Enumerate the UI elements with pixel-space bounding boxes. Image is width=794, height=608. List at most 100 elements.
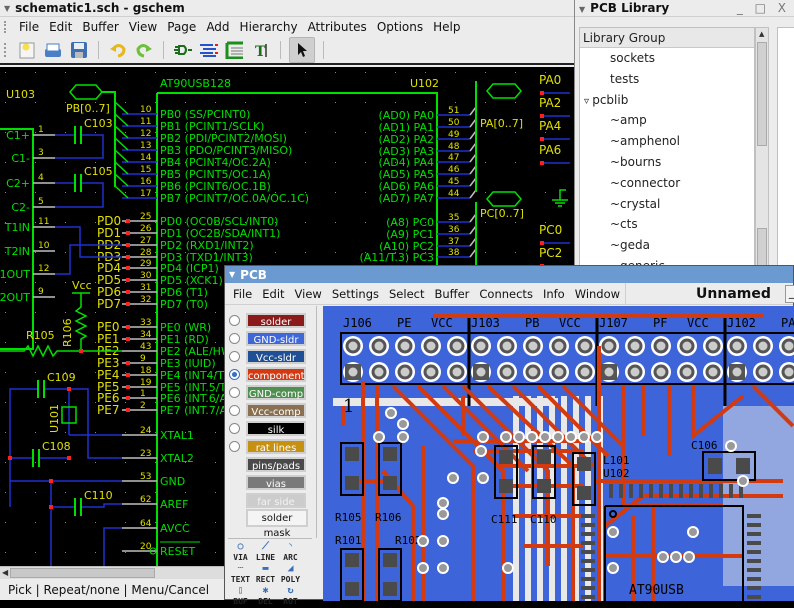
pcb-menu-window[interactable]: Window: [570, 287, 625, 301]
library-item[interactable]: ~amp: [580, 110, 754, 131]
pcb-menu-connects[interactable]: Connects: [474, 287, 538, 301]
pcb-menu-edit[interactable]: Edit: [257, 287, 289, 301]
select-pointer-button[interactable]: [289, 37, 315, 63]
save-file-button[interactable]: [68, 39, 90, 61]
layer-radio[interactable]: [229, 351, 240, 362]
scroll-up-icon[interactable]: ▲: [759, 30, 764, 38]
scrollbar-thumb[interactable]: [757, 42, 767, 146]
layer-toggle-button[interactable]: solder: [246, 313, 306, 328]
library-item[interactable]: ~bourns: [580, 152, 754, 173]
menu-add[interactable]: Add: [201, 20, 234, 34]
layer-toggle-button[interactable]: solder mask: [246, 509, 308, 527]
layer-toggle-button[interactable]: component: [246, 367, 306, 382]
layer-radio[interactable]: [229, 315, 240, 326]
layer-toggle-button[interactable]: Vcc-comp: [246, 403, 306, 418]
layer-radio[interactable]: [229, 369, 240, 380]
window-menu-icon[interactable]: ▼: [4, 4, 10, 13]
library-item[interactable]: tests: [580, 69, 754, 90]
tool-arc[interactable]: ◝ARC: [279, 542, 302, 564]
layer-toggle-button[interactable]: far side: [246, 493, 306, 508]
pcb-menu-info[interactable]: Info: [538, 287, 570, 301]
menu-view[interactable]: View: [124, 20, 162, 34]
library-item[interactable]: ▿ pcblib: [580, 90, 754, 111]
gschem-titlebar[interactable]: ▼ schematic1.sch - gschem: [0, 0, 576, 17]
menu-page[interactable]: Page: [162, 20, 201, 34]
layer-vcc-sldr[interactable]: Vcc-sldr: [229, 347, 306, 365]
layer-rat-lines[interactable]: rat lines: [229, 437, 306, 455]
layer-solder-mask[interactable]: solder mask: [229, 509, 308, 527]
pcb-menu-buffer[interactable]: Buffer: [429, 287, 474, 301]
library-scrollbar[interactable]: ▲: [755, 27, 769, 267]
menu-hierarchy[interactable]: Hierarchy: [235, 20, 303, 34]
library-item[interactable]: ~connector: [580, 173, 754, 194]
menu-attributes[interactable]: Attributes: [303, 20, 372, 34]
new-file-button[interactable]: [16, 39, 38, 61]
undo-button[interactable]: [107, 39, 129, 61]
library-group-header[interactable]: Library Group: [580, 28, 754, 48]
menu-file[interactable]: File: [14, 20, 44, 34]
layer-toggle-button[interactable]: pins/pads: [246, 457, 306, 472]
menubar-grip[interactable]: [4, 21, 8, 33]
layer-pins-pads[interactable]: pins/pads: [229, 455, 306, 473]
pcb-menu-file[interactable]: File: [228, 287, 257, 301]
add-text-button[interactable]: T: [250, 39, 272, 61]
library-item[interactable]: ~crystal: [580, 194, 754, 215]
window-menu-icon[interactable]: ▼: [579, 5, 585, 14]
layer-toggle-button[interactable]: Vcc-sldr: [246, 349, 306, 364]
menu-options[interactable]: Options: [372, 20, 428, 34]
scroll-left-icon[interactable]: ◀: [2, 568, 8, 577]
layer-gnd-sldr[interactable]: GND-sldr: [229, 329, 306, 347]
pcb-library-titlebar[interactable]: ▼PCB Library _ □ X: [575, 0, 794, 17]
layer-radio[interactable]: [229, 423, 240, 434]
toolbar-grip[interactable]: [4, 43, 8, 57]
tool-line[interactable]: ⟋LINE: [254, 542, 277, 564]
layer-vcc-comp[interactable]: Vcc-comp: [229, 401, 306, 419]
redo-button[interactable]: [133, 39, 155, 61]
layer-component[interactable]: component: [229, 365, 306, 383]
tool-rect[interactable]: ▬RECT: [254, 564, 277, 586]
pcb-menu-select[interactable]: Select: [384, 287, 429, 301]
tool-text[interactable]: ┄TEXT: [229, 564, 252, 586]
tool-via[interactable]: ○VIA: [229, 542, 252, 564]
library-item[interactable]: ~geda: [580, 235, 754, 256]
layer-toggle-button[interactable]: rat lines: [246, 439, 306, 454]
pcb-menu-settings[interactable]: Settings: [327, 287, 384, 301]
layer-far-side[interactable]: far side: [229, 491, 306, 509]
layer-solder[interactable]: solder: [229, 311, 306, 329]
window-menu-icon[interactable]: ▼: [229, 270, 235, 279]
pcb-titlebar[interactable]: ▼ PCB: [225, 266, 793, 283]
menu-help[interactable]: Help: [428, 20, 465, 34]
tool-buf[interactable]: ▯BUF: [229, 586, 252, 608]
tool-del[interactable]: ✱DEL: [254, 586, 277, 608]
menu-buffer[interactable]: Buffer: [77, 20, 123, 34]
library-item[interactable]: ~cts: [580, 214, 754, 235]
window-controls[interactable]: _ □ X: [737, 1, 790, 15]
layer-toggle-button[interactable]: vias: [246, 475, 306, 490]
library-item[interactable]: sockets: [580, 48, 754, 69]
add-component-button[interactable]: [172, 39, 194, 61]
coordinate-field[interactable]: __.: [785, 285, 794, 303]
layer-toggle-button[interactable]: GND-comp: [246, 385, 306, 400]
layer-silk[interactable]: silk: [229, 419, 306, 437]
layer-vias[interactable]: vias: [229, 473, 306, 491]
layer-radio[interactable]: [229, 333, 240, 344]
library-item[interactable]: ~amphenol: [580, 131, 754, 152]
layer-toggle-button[interactable]: GND-sldr: [246, 331, 306, 346]
layer-radio[interactable]: [229, 405, 240, 416]
menu-edit[interactable]: Edit: [44, 20, 77, 34]
pcb-menu-view[interactable]: View: [290, 287, 327, 301]
horizontal-scrollbar[interactable]: ◀: [0, 566, 224, 579]
add-bus-button[interactable]: [224, 39, 246, 61]
layer-gnd-comp[interactable]: GND-comp: [229, 383, 306, 401]
tool-poly[interactable]: ◢POLY: [279, 564, 302, 586]
scrollbar-trough[interactable]: [757, 228, 767, 268]
layer-radio[interactable]: [229, 441, 240, 452]
add-net-button[interactable]: [198, 39, 220, 61]
expander-icon[interactable]: ▿: [584, 96, 592, 107]
scrollbar-thumb[interactable]: [10, 568, 155, 578]
layer-radio[interactable]: [229, 387, 240, 398]
pcb-board-canvas[interactable]: J106PEVCCJ103PBVCCJ107PFVCCJ102PA1R105R1…: [323, 306, 794, 601]
open-file-button[interactable]: [42, 39, 64, 61]
layer-toggle-button[interactable]: silk: [246, 421, 306, 436]
tool-rot[interactable]: ↻ROT: [279, 586, 302, 608]
